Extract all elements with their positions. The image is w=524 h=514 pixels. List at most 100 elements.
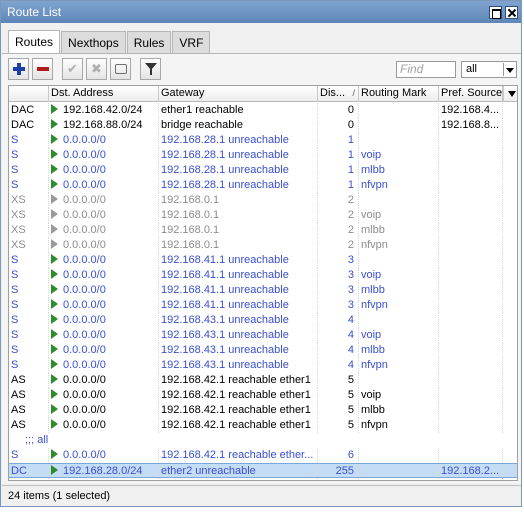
table-row[interactable]: XS 0.0.0.0/0 192.168.0.1 2 nfvpn bbox=[9, 238, 517, 253]
col-routing-mark[interactable]: Routing Mark bbox=[359, 86, 439, 102]
cell-pref: 192.168.2... bbox=[439, 464, 503, 479]
cell-distance: 3 bbox=[318, 283, 359, 298]
col-gateway[interactable]: Gateway bbox=[159, 86, 318, 102]
cell-pref bbox=[439, 178, 503, 193]
table-row[interactable]: S 0.0.0.0/0 192.168.28.1 unreachable 1 nfvpn bbox=[9, 178, 517, 193]
table-row[interactable]: S 0.0.0.0/0 192.168.42.1 reachable ether..… bbox=[9, 448, 517, 463]
cell-mark: nfvpn bbox=[359, 358, 439, 373]
cell-dst-text: 0.0.0.0/0 bbox=[63, 359, 106, 371]
cell-gateway: 192.168.0.1 bbox=[159, 193, 318, 208]
remove-icon bbox=[36, 67, 49, 71]
col-pref-source[interactable]: Pref. Source bbox=[439, 86, 503, 102]
table-row[interactable]: S 0.0.0.0/0 192.168.41.1 unreachable 3 nfvpn bbox=[9, 298, 517, 313]
col-dst-address[interactable]: Dst. Address bbox=[49, 86, 159, 102]
table-row[interactable]: AS 0.0.0.0/0 192.168.42.1 reachable ether1… bbox=[9, 418, 517, 433]
remove-button[interactable] bbox=[32, 58, 53, 80]
table-row[interactable]: S 0.0.0.0/0 192.168.28.1 unreachable 1 mlbb bbox=[9, 163, 517, 178]
table-row[interactable]: XS 0.0.0.0/0 192.168.0.1 2 voip bbox=[9, 208, 517, 223]
cell-flags: S bbox=[9, 313, 49, 328]
table-row[interactable]: S 0.0.0.0/0 192.168.43.1 unreachable 4 nfvpn bbox=[9, 358, 517, 373]
route-arrow-icon bbox=[51, 449, 58, 459]
table-row[interactable]: XS 0.0.0.0/0 192.168.0.1 2 mlbb bbox=[9, 223, 517, 238]
table-row[interactable]: S 0.0.0.0/0 192.168.41.1 unreachable 3 bbox=[9, 253, 517, 268]
title-bar[interactable]: Route List bbox=[1, 1, 521, 23]
cell-dst: 0.0.0.0/0 bbox=[49, 358, 159, 373]
cell-gateway: 192.168.42.1 reachable ether1 bbox=[159, 418, 318, 433]
route-arrow-icon bbox=[51, 389, 58, 399]
table-row[interactable]: S 0.0.0.0/0 192.168.41.1 unreachable 3 voip bbox=[9, 268, 517, 283]
table-row[interactable]: XS 0.0.0.0/0 192.168.0.1 2 bbox=[9, 193, 517, 208]
route-arrow-icon bbox=[51, 269, 58, 279]
cell-pref bbox=[439, 313, 503, 328]
cell-gateway: ether1 reachable bbox=[159, 103, 318, 118]
table-row[interactable]: DAC 192.168.88.0/24 bridge reachable 0 192.1… bbox=[9, 118, 517, 133]
tab-nexthops[interactable]: Nexthops bbox=[61, 31, 126, 53]
table-row[interactable]: S 0.0.0.0/0 192.168.43.1 unreachable 4 voip bbox=[9, 328, 517, 343]
table-row[interactable]: DC 192.168.28.0/24 ether2 unreachable 255 19… bbox=[9, 463, 517, 479]
cell-pref bbox=[439, 223, 503, 238]
col-distance[interactable]: Dis... / bbox=[318, 86, 359, 102]
cell-flags: S bbox=[9, 268, 49, 283]
add-button[interactable] bbox=[8, 58, 29, 80]
table-row[interactable]: DAC 192.168.42.0/24 ether1 reachable 0 192.1… bbox=[9, 103, 517, 118]
cell-flags: S bbox=[9, 358, 49, 373]
disable-button[interactable]: ✖ bbox=[86, 58, 107, 80]
cell-mark bbox=[359, 313, 439, 328]
cell-dst: 192.168.28.0/24 bbox=[49, 464, 159, 479]
cell-pref bbox=[439, 268, 503, 283]
cell-flags: XS bbox=[9, 238, 49, 253]
sort-icon: / bbox=[352, 88, 355, 98]
cell-flags: AS bbox=[9, 418, 49, 433]
cell-dst-text: 0.0.0.0/0 bbox=[63, 239, 106, 251]
table-row[interactable]: AS 0.0.0.0/0 192.168.42.1 reachable ether1… bbox=[9, 403, 517, 418]
filter-button[interactable] bbox=[140, 58, 161, 80]
cell-mark bbox=[359, 118, 439, 133]
maximize-icon[interactable] bbox=[489, 6, 502, 19]
cell-flags: S bbox=[9, 178, 49, 193]
chevron-down-icon[interactable] bbox=[503, 63, 515, 76]
cell-mark: nfvpn bbox=[359, 298, 439, 313]
col-flags[interactable] bbox=[9, 86, 49, 102]
section-comment: ;;; all bbox=[25, 434, 49, 446]
table-row[interactable]: S 0.0.0.0/0 192.168.43.1 unreachable 4 bbox=[9, 313, 517, 328]
cell-distance: 6 bbox=[318, 448, 359, 463]
cell-mark: voip bbox=[359, 208, 439, 223]
tab-routes[interactable]: Routes bbox=[8, 30, 61, 53]
table-row[interactable]: AS 0.0.0.0/0 192.168.42.1 reachable ether1… bbox=[9, 373, 517, 388]
enable-button[interactable]: ✔ bbox=[62, 58, 83, 80]
cell-gateway: ether2 unreachable bbox=[159, 464, 318, 479]
column-menu-icon[interactable] bbox=[503, 86, 517, 102]
cell-dst-text: 0.0.0.0/0 bbox=[63, 404, 106, 416]
cell-dst: 192.168.42.0/24 bbox=[49, 103, 159, 118]
scope-select[interactable]: all bbox=[461, 61, 517, 78]
table-row[interactable]: S 0.0.0.0/0 192.168.28.1 unreachable 1 voip bbox=[9, 148, 517, 163]
table-row[interactable]: S 0.0.0.0/0 192.168.43.1 unreachable 4 mlbb bbox=[9, 343, 517, 358]
cell-dst-text: 0.0.0.0/0 bbox=[63, 134, 106, 146]
cell-distance: 4 bbox=[318, 313, 359, 328]
table-row[interactable]: S 0.0.0.0/0 192.168.41.1 unreachable 3 mlbb bbox=[9, 283, 517, 298]
status-bar: 24 items (1 selected) bbox=[2, 485, 521, 505]
routes-panel: ✔ ✖ Find all Dst. Address Gateway Dis...… bbox=[2, 53, 521, 483]
find-input[interactable]: Find bbox=[396, 61, 456, 78]
close-icon[interactable] bbox=[505, 6, 518, 19]
cell-dst: 0.0.0.0/0 bbox=[49, 343, 159, 358]
cell-dst: 0.0.0.0/0 bbox=[49, 268, 159, 283]
cell-mark bbox=[359, 103, 439, 118]
tab-vrf[interactable]: VRF bbox=[172, 31, 211, 53]
cell-dst-text: 0.0.0.0/0 bbox=[63, 149, 106, 161]
cell-distance: 1 bbox=[318, 133, 359, 148]
cell-dst-text: 0.0.0.0/0 bbox=[63, 344, 106, 356]
cell-distance: 3 bbox=[318, 268, 359, 283]
cell-distance: 5 bbox=[318, 388, 359, 403]
cell-dst-text: 0.0.0.0/0 bbox=[63, 389, 106, 401]
cell-mark bbox=[359, 253, 439, 268]
table-row[interactable]: AS 0.0.0.0/0 192.168.42.1 reachable ether1… bbox=[9, 388, 517, 403]
comment-button[interactable] bbox=[110, 58, 131, 80]
section-comment-row[interactable]: ;;; all bbox=[9, 433, 517, 448]
table-row[interactable]: S 0.0.0.0/0 192.168.28.1 unreachable 1 bbox=[9, 133, 517, 148]
cell-dst-text: 0.0.0.0/0 bbox=[63, 164, 106, 176]
cell-gateway: 192.168.43.1 unreachable bbox=[159, 358, 318, 373]
cell-distance: 3 bbox=[318, 253, 359, 268]
tab-rules[interactable]: Rules bbox=[126, 31, 172, 53]
cell-dst-text: 192.168.28.0/24 bbox=[63, 465, 143, 477]
